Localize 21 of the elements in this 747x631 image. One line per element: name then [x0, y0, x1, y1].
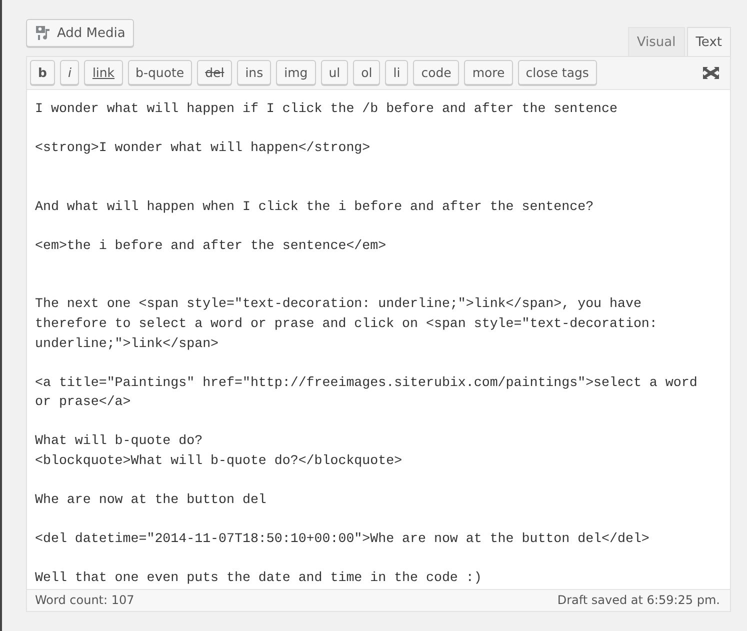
toolbar-button[interactable]: ins [237, 60, 272, 85]
media-icon [35, 25, 52, 41]
toolbar-button[interactable]: close tags [518, 60, 597, 85]
fullscreen-icon[interactable] [702, 66, 720, 80]
toolbar-button[interactable]: ul [320, 60, 348, 85]
text-editor[interactable]: I wonder what will happen if I click the /b before and after the sentence <strong>I wonder what will happen</strong> And what will happen when I click the i before and after the sentence? <em>the i before and after the sentence</em> The next one <span style="text-decoration: underline;">link</span>, you have therefore to select a word or prase and click on <span style="text-decoration: underline;">link</span> <a title="Paintings" href="http://freeimages.siterubix.com/paintings">select a word or prase</a> What will b-quote do? <blockquote>What will b-quote do?</blockquote> Whe are now at the button del <del datetime="2014-11-07T18:50:10+00:00">Whe are now at the button del</del> Well that one even puts the date and time in the code :) [27, 90, 730, 589]
toolbar-button[interactable]: code [413, 60, 460, 85]
editor-tab[interactable]: Visual [628, 27, 685, 56]
toolbar-button[interactable]: link [84, 60, 123, 85]
toolbar-button[interactable]: i [60, 60, 80, 85]
word-count: Word count: 107 [35, 593, 134, 607]
toolbar-button[interactable]: more [464, 60, 513, 85]
toolbar-button[interactable]: li [385, 60, 408, 85]
toolbar-button[interactable]: ol [353, 60, 380, 85]
add-media-button[interactable]: Add Media [26, 19, 134, 47]
editor-tab[interactable]: Text [686, 27, 731, 56]
toolbar-button[interactable]: b-quote [128, 60, 192, 85]
toolbar-button[interactable]: b [30, 60, 55, 85]
toolbar-button[interactable]: img [276, 60, 316, 85]
draft-status: Draft saved at 6:59:25 pm. [557, 593, 720, 607]
toolbar-button[interactable]: del [197, 60, 232, 85]
